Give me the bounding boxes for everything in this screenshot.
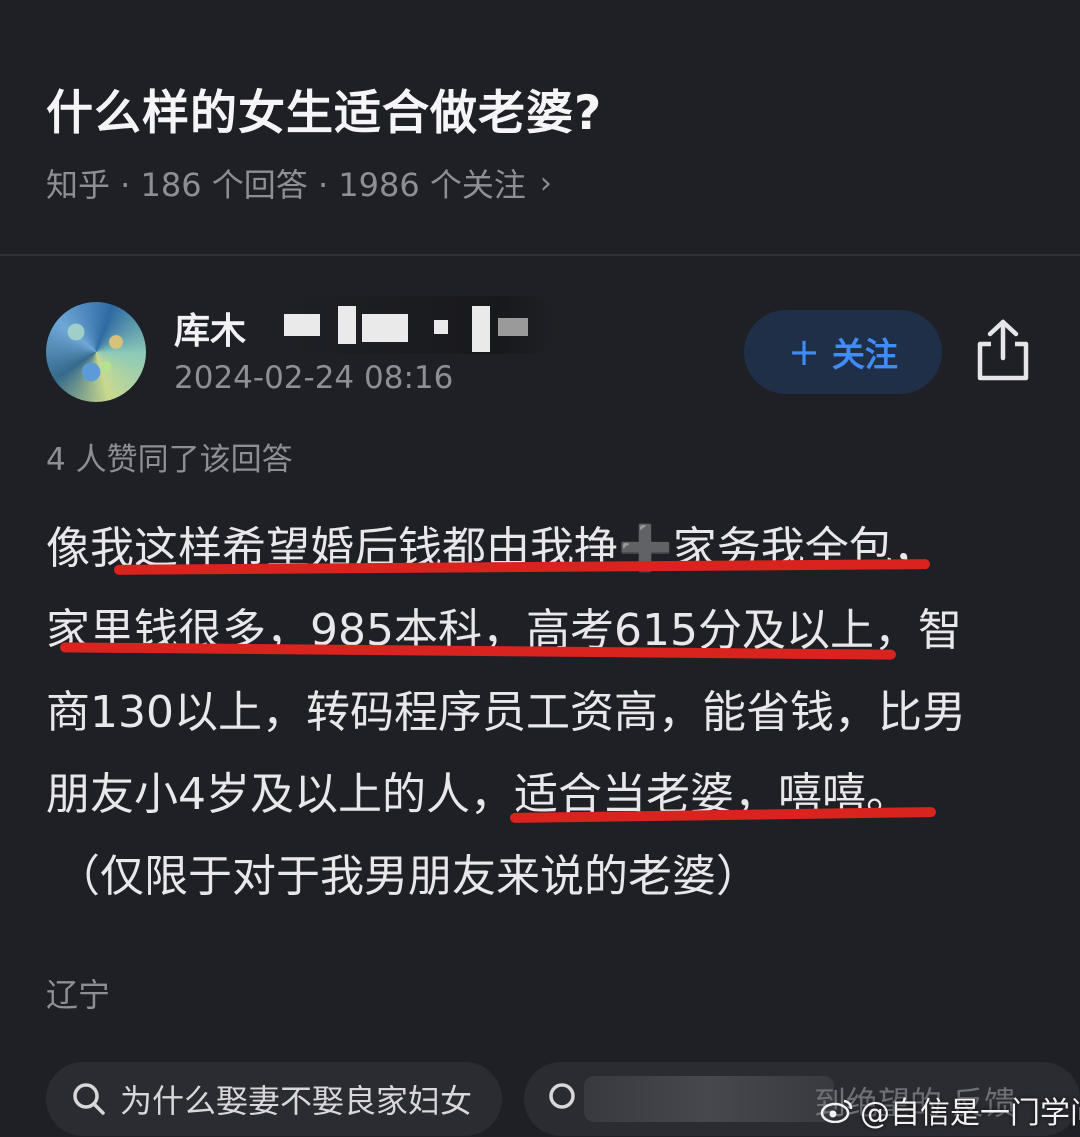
avatar[interactable]	[46, 302, 146, 402]
search-icon	[73, 1083, 105, 1115]
watermark-text: @自信是一门学问	[860, 1096, 1080, 1131]
chevron-right-icon: ›	[539, 165, 552, 201]
search-icon	[549, 1083, 575, 1109]
related-search-chip[interactable]: 为什么娶妻不娶良家妇女	[46, 1062, 502, 1136]
answer-timestamp: 2024-02-24 08:16	[174, 360, 454, 396]
weibo-watermark: @自信是一门学问	[820, 1088, 1080, 1132]
answer-line-1: 像我这样希望婚后钱都由我挣➕家务我全包，	[46, 508, 1036, 590]
answer-line-4: 朋友小4岁及以上的人，适合当老婆，嘻嘻。	[46, 769, 910, 820]
blurred-text	[584, 1076, 834, 1122]
name-redaction-mask	[258, 296, 558, 354]
related-search-label: 为什么娶妻不娶良家妇女	[120, 1082, 473, 1120]
ip-location: 辽宁	[46, 976, 111, 1014]
plus-icon: +	[788, 330, 820, 374]
upvote-count: 4 人赞同了该回答	[46, 442, 293, 478]
weibo-icon	[820, 1099, 853, 1123]
answer-line-2: 家里钱很多，985本科，高考615分及以上，智	[46, 605, 962, 656]
question-meta[interactable]: 知乎 · 186 个回答 · 1986 个关注 ›	[46, 160, 552, 206]
question-title[interactable]: 什么样的女生适合做老婆?	[46, 74, 602, 143]
divider	[0, 254, 1080, 256]
share-icon[interactable]	[974, 318, 1032, 382]
follow-label: 关注	[831, 335, 898, 374]
question-stats: 知乎 · 186 个回答 · 1986 个关注	[46, 166, 526, 204]
follow-button[interactable]: + 关注	[744, 310, 942, 394]
author-name[interactable]: 库木	[174, 302, 246, 354]
answer-line-5: （仅限于对于我男朋友来说的老婆）	[56, 851, 760, 902]
answer-line-3: 商130以上，转码程序员工资高，能省钱，比男	[46, 687, 966, 738]
zhihu-answer-page: 什么样的女生适合做老婆? 知乎 · 186 个回答 · 1986 个关注 › 库…	[0, 0, 1080, 1137]
